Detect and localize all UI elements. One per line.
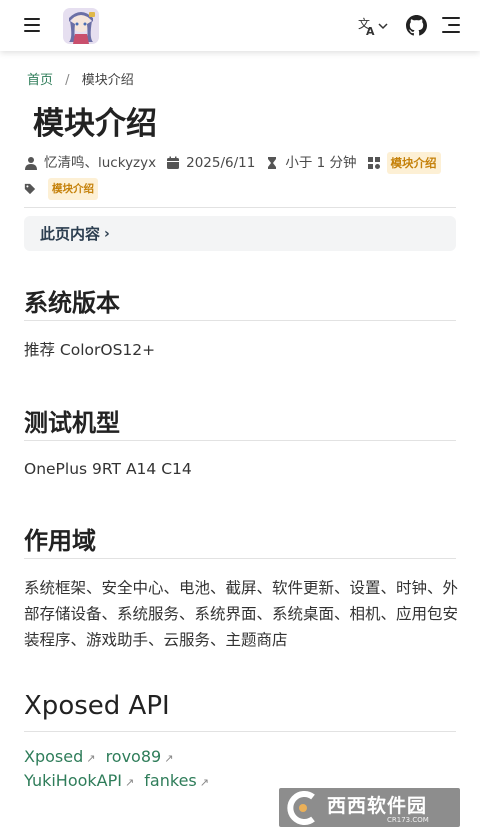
- author-icon: [25, 157, 37, 170]
- section-heading-scope: 作用域: [24, 527, 96, 555]
- calendar-icon: [167, 156, 180, 169]
- on-this-page-toggle[interactable]: 此页内容 ›: [24, 216, 456, 251]
- fankes-link[interactable]: fankes: [144, 771, 196, 790]
- xposed-link[interactable]: Xposed: [24, 747, 83, 766]
- language-switch-button[interactable]: 文 A: [356, 15, 390, 38]
- site-logo[interactable]: [63, 8, 99, 44]
- page-meta: 忆清鸣、luckyzyx 2025/6/11 小于 1 分钟 模块介绍 模块介绍: [24, 152, 456, 200]
- breadcrumb: 首页 / 模块介绍: [27, 69, 134, 88]
- meta-tags: 模块介绍: [24, 178, 98, 200]
- yukihookapi-link[interactable]: YukiHookAPI: [24, 771, 122, 790]
- category-icon: [367, 157, 380, 169]
- meta-authors-text: 忆清鸣、luckyzyx: [44, 155, 157, 171]
- breadcrumb-current: 模块介绍: [81, 73, 134, 88]
- meta-date-text: 2025/6/11: [186, 155, 256, 171]
- section-divider: [24, 731, 456, 732]
- section-heading-api: Xposed API: [24, 691, 170, 721]
- breadcrumb-home-link[interactable]: 首页: [27, 73, 53, 88]
- breadcrumb-separator: /: [65, 73, 70, 88]
- rovo89-link[interactable]: rovo89: [106, 747, 162, 766]
- external-link-icon: ↗: [199, 776, 209, 789]
- hamburger-menu-icon[interactable]: [24, 18, 40, 32]
- meta-authors: 忆清鸣、luckyzyx: [24, 153, 156, 173]
- meta-date: 2025/6/11: [166, 153, 255, 173]
- meta-category: 模块介绍: [367, 152, 441, 174]
- watermark-c-logo-icon: [287, 790, 315, 825]
- toc-outline-icon[interactable]: [442, 17, 460, 33]
- section-divider: [24, 320, 456, 321]
- meta-read-time-text: 小于 1 分钟: [285, 155, 357, 171]
- on-this-page-label: 此页内容: [40, 225, 101, 243]
- section-heading-devices: 测试机型: [24, 409, 120, 437]
- section-text-version: 推荐 ColorOS12+: [24, 341, 156, 359]
- translate-icon: 文 A: [358, 16, 388, 38]
- section-divider: [24, 440, 456, 441]
- svg-text:A: A: [366, 25, 375, 37]
- external-link-icon: ↗: [86, 752, 96, 765]
- meta-read-time: 小于 1 分钟: [265, 153, 357, 173]
- api-links-row-2: YukiHookAPI ↗ fankes ↗: [24, 771, 214, 793]
- meta-divider: [24, 207, 456, 208]
- section-text-scope: 系统框架、安全中心、电池、截屏、软件更新、设置、时钟、外部存储设备、系统服务、系…: [24, 579, 459, 649]
- chevron-down-icon: [378, 23, 388, 30]
- tag-icon: [24, 183, 36, 195]
- external-link-icon: ↗: [164, 752, 174, 765]
- section-divider: [24, 558, 456, 559]
- api-links-row-1: Xposed ↗ rovo89 ↗: [24, 747, 178, 769]
- watermark-text: 西西软件园: [327, 795, 428, 817]
- navbar: 文 A: [0, 0, 480, 51]
- section-heading-version: 系统版本: [24, 289, 120, 317]
- external-link-icon: ↗: [124, 776, 135, 789]
- watermark-subtext: CR173.COM: [387, 816, 429, 824]
- hourglass-icon: [268, 157, 277, 169]
- page-tag[interactable]: 模块介绍: [48, 178, 98, 200]
- category-tag[interactable]: 模块介绍: [386, 152, 441, 174]
- github-icon[interactable]: [406, 15, 427, 36]
- watermark-logo: 西西软件园 CR173.COM: [279, 788, 460, 827]
- section-text-devices: OnePlus 9RT A14 C14: [24, 460, 192, 478]
- chevron-right-icon: ›: [104, 225, 110, 242]
- page-title: 模块介绍: [33, 106, 157, 142]
